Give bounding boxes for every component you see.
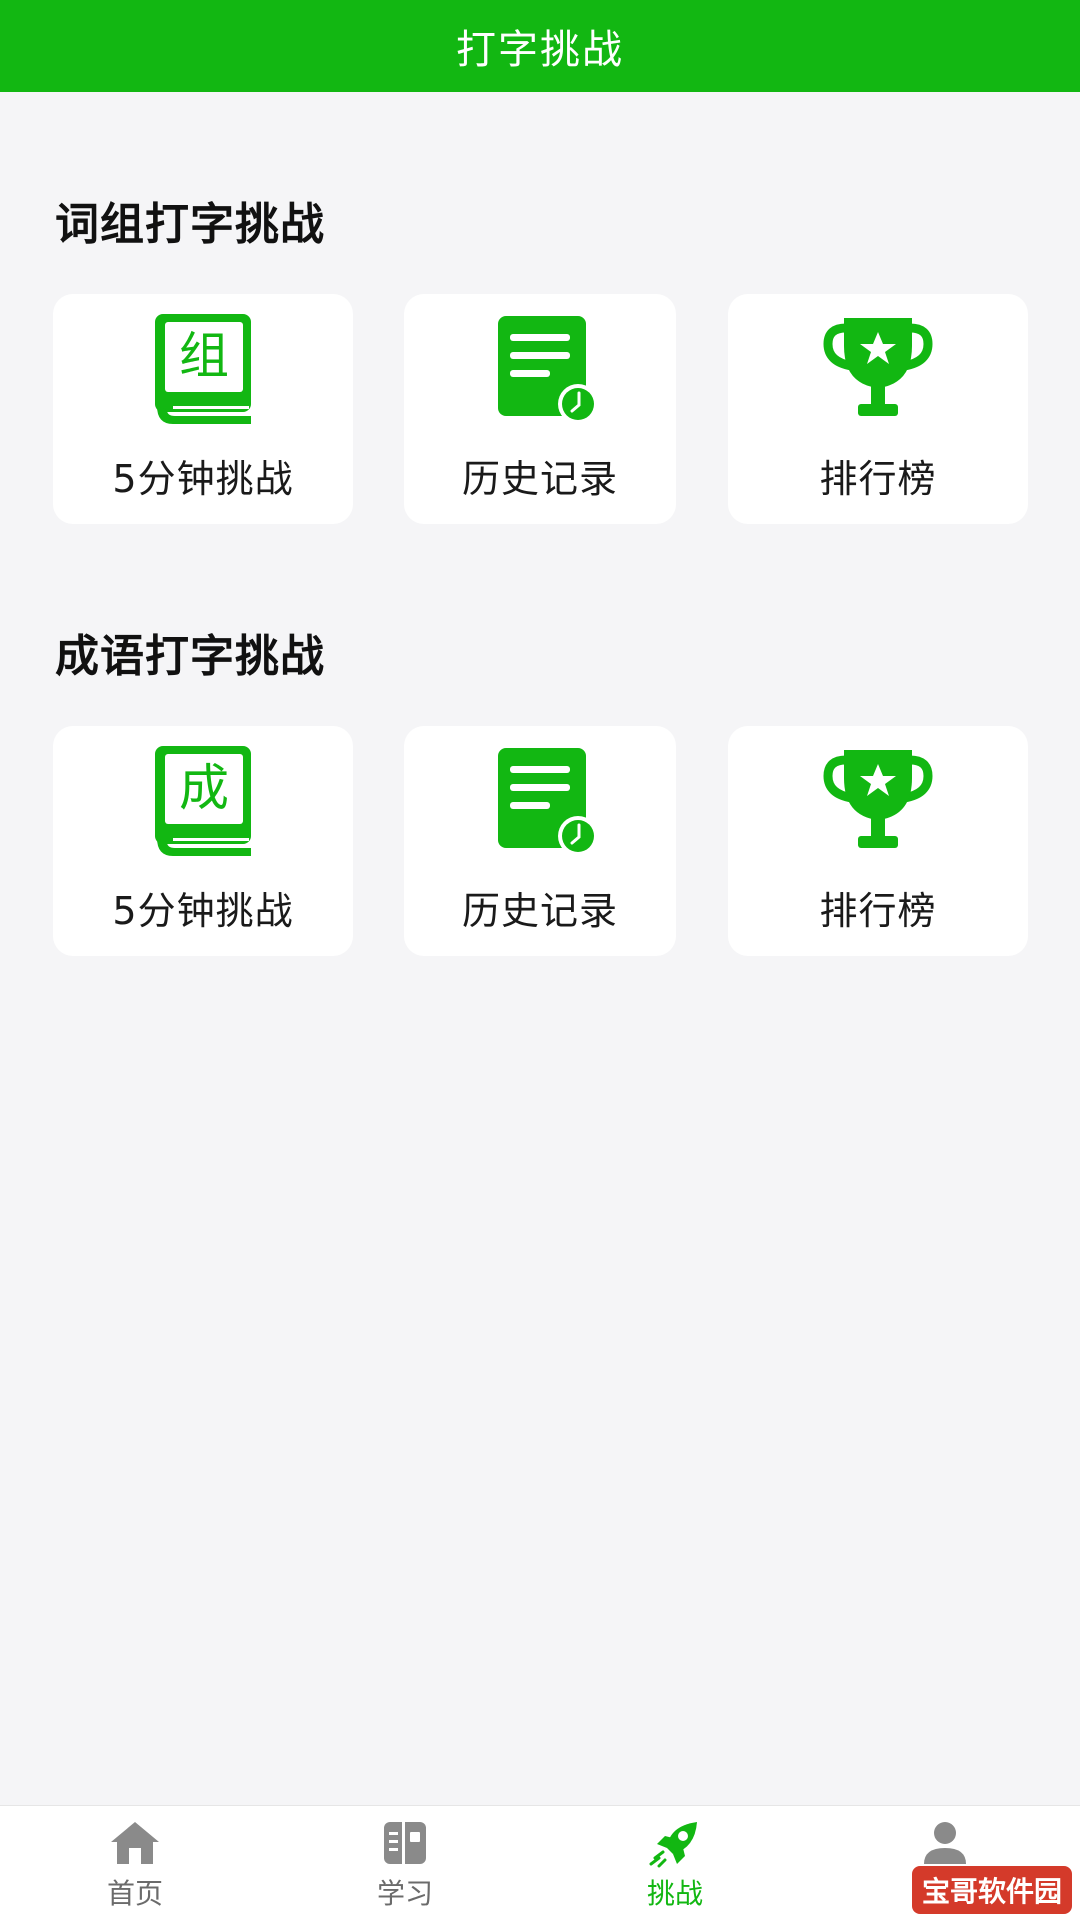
page-title: 打字挑战 <box>456 27 624 73</box>
notebook-icon <box>377 1818 433 1868</box>
header-bar: 打字挑战 <box>0 0 1080 92</box>
idiom-leaderboard-card[interactable]: 排行榜 <box>728 726 1028 956</box>
tab-study[interactable]: 学习 <box>270 1806 540 1920</box>
tab-label: 首页 <box>106 1877 163 1910</box>
history-document-icon <box>480 742 600 862</box>
tab-label: 学习 <box>376 1877 433 1910</box>
card-label: 历史记录 <box>461 889 618 933</box>
section-title-idiom: 成语打字挑战 <box>55 631 325 682</box>
svg-text:组: 组 <box>179 327 229 385</box>
card-label: 5分钟挑战 <box>112 457 294 501</box>
phrase-five-minute-challenge-card[interactable]: 组 5分钟挑战 <box>53 294 353 524</box>
card-label: 历史记录 <box>461 457 618 501</box>
card-label: 排行榜 <box>819 457 937 501</box>
home-icon <box>107 1818 163 1868</box>
tab-home[interactable]: 首页 <box>0 1806 270 1920</box>
watermark-badge: 宝哥软件园 <box>911 1866 1072 1914</box>
phrase-history-card[interactable]: 历史记录 <box>404 294 676 524</box>
card-label: 排行榜 <box>819 889 937 933</box>
section-title-phrase: 词组打字挑战 <box>55 199 325 250</box>
rocket-icon <box>647 1818 703 1868</box>
idiom-history-card[interactable]: 历史记录 <box>404 726 676 956</box>
book-icon: 组 <box>143 310 263 430</box>
book-icon: 成 <box>143 742 263 862</box>
tab-label: 挑战 <box>646 1877 703 1910</box>
bottom-tab-bar: 首页 学习 挑战 宝哥软件园 <box>0 1805 1080 1920</box>
trophy-icon <box>818 742 938 862</box>
phrase-leaderboard-card[interactable]: 排行榜 <box>728 294 1028 524</box>
trophy-icon <box>818 310 938 430</box>
user-icon <box>917 1818 973 1868</box>
svg-text:成: 成 <box>179 759 229 817</box>
history-document-icon <box>480 310 600 430</box>
tab-challenge[interactable]: 挑战 <box>540 1806 810 1920</box>
idiom-five-minute-challenge-card[interactable]: 成 5分钟挑战 <box>53 726 353 956</box>
card-label: 5分钟挑战 <box>112 889 294 933</box>
